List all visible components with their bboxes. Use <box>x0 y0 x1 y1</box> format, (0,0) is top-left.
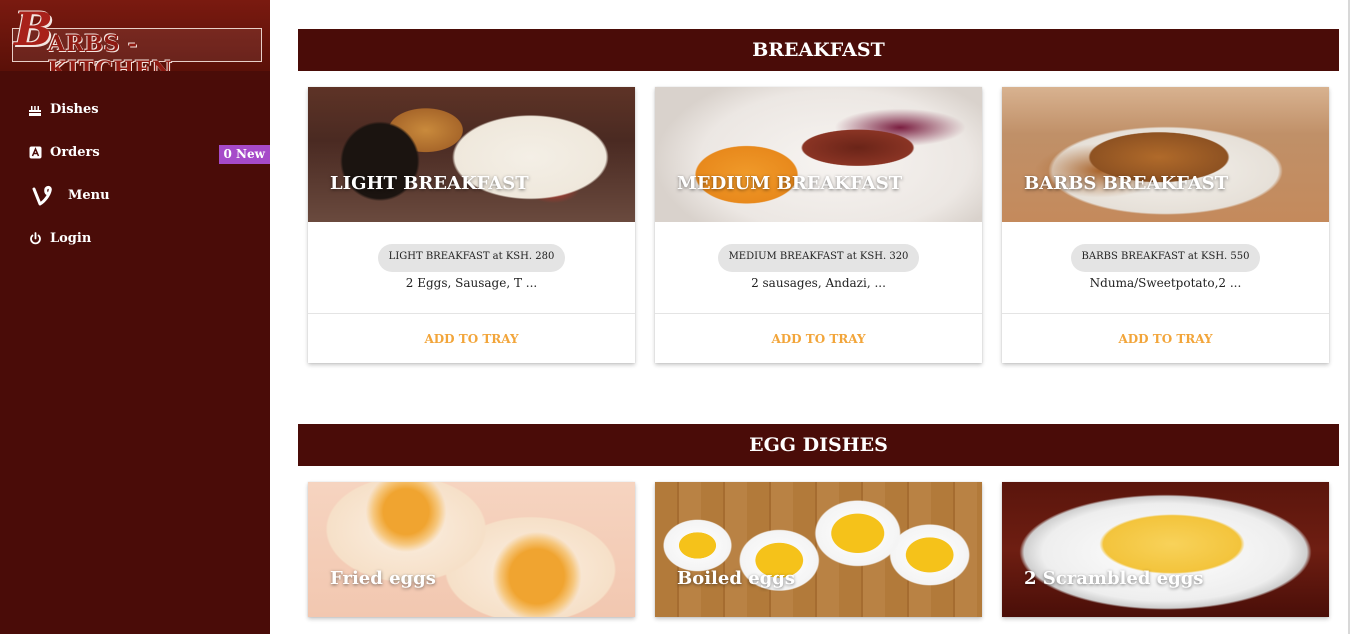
price-chip: MEDIUM BREAKFAST at KSH. 320 <box>717 244 920 272</box>
logo-text: ARBS - KITCHEN <box>48 31 173 71</box>
sidebar-item-dishes[interactable]: Dishes <box>0 88 270 131</box>
card-description: Nduma/Sweetpotato,2 ... <box>1089 276 1242 290</box>
card-description: 2 Eggs, Sausage, T ... <box>405 276 538 290</box>
brand-logo[interactable]: B ARBS - KITCHEN <box>0 0 270 71</box>
sidebar-item-menu[interactable]: Menu <box>0 174 270 217</box>
menu-card: Fried eggs <box>308 482 635 617</box>
sidebar-item-label: Menu <box>68 188 110 203</box>
orders-badge: 0 New <box>218 145 270 164</box>
card-description: 2 sausages, Andazi, ... <box>751 276 886 290</box>
card-title: Fried eggs <box>330 568 436 589</box>
section-header-egg-dishes: EGG DISHES <box>298 424 1339 466</box>
card-title: BARBS BREAKFAST <box>1024 173 1229 194</box>
card-body: BARBS BREAKFAST at KSH. 550 Nduma/Sweetp… <box>1002 222 1329 314</box>
card-title: 2 Scrambled eggs <box>1024 568 1204 589</box>
sidebar-nav: Dishes Orders 0 New Menu Login <box>0 88 270 260</box>
main-content: BREAKFAST LIGHT BREAKFAST LIGHT BREAKFAS… <box>270 0 1350 634</box>
card-title: Boiled eggs <box>677 568 795 589</box>
power-icon <box>28 232 42 246</box>
vine-icon <box>30 183 56 209</box>
sidebar: B ARBS - KITCHEN Dishes Orders 0 New Men… <box>0 0 270 634</box>
section-header-breakfast: BREAKFAST <box>298 29 1339 71</box>
add-to-tray-button[interactable]: ADD TO TRAY <box>1002 314 1329 363</box>
menu-card: MEDIUM BREAKFAST MEDIUM BREAKFAST at KSH… <box>655 87 982 363</box>
sidebar-item-label: Dishes <box>50 102 99 117</box>
card-image: 2 Scrambled eggs <box>1002 482 1329 617</box>
card-image: LIGHT BREAKFAST <box>308 87 635 222</box>
card-body: MEDIUM BREAKFAST at KSH. 320 2 sausages,… <box>655 222 982 314</box>
price-chip: BARBS BREAKFAST at KSH. 550 <box>1070 244 1261 272</box>
menu-card: Boiled eggs <box>655 482 982 617</box>
sidebar-item-login[interactable]: Login <box>0 217 270 260</box>
card-body: LIGHT BREAKFAST at KSH. 280 2 Eggs, Saus… <box>308 222 635 314</box>
card-image: MEDIUM BREAKFAST <box>655 87 982 222</box>
price-chip: LIGHT BREAKFAST at KSH. 280 <box>377 244 566 272</box>
menu-card: BARBS BREAKFAST BARBS BREAKFAST at KSH. … <box>1002 87 1329 363</box>
card-title: MEDIUM BREAKFAST <box>677 173 903 194</box>
card-image: Fried eggs <box>308 482 635 617</box>
sidebar-item-orders[interactable]: Orders 0 New <box>0 131 270 174</box>
menu-card: LIGHT BREAKFAST LIGHT BREAKFAST at KSH. … <box>308 87 635 363</box>
card-title: LIGHT BREAKFAST <box>330 173 529 194</box>
sidebar-item-label: Login <box>50 231 92 246</box>
card-image: Boiled eggs <box>655 482 982 617</box>
add-to-tray-button[interactable]: ADD TO TRAY <box>655 314 982 363</box>
sidebar-item-label: Orders <box>50 145 100 160</box>
orders-icon <box>28 146 42 160</box>
menu-card: 2 Scrambled eggs <box>1002 482 1329 617</box>
card-image: BARBS BREAKFAST <box>1002 87 1329 222</box>
cake-icon <box>28 103 42 117</box>
add-to-tray-button[interactable]: ADD TO TRAY <box>308 314 635 363</box>
